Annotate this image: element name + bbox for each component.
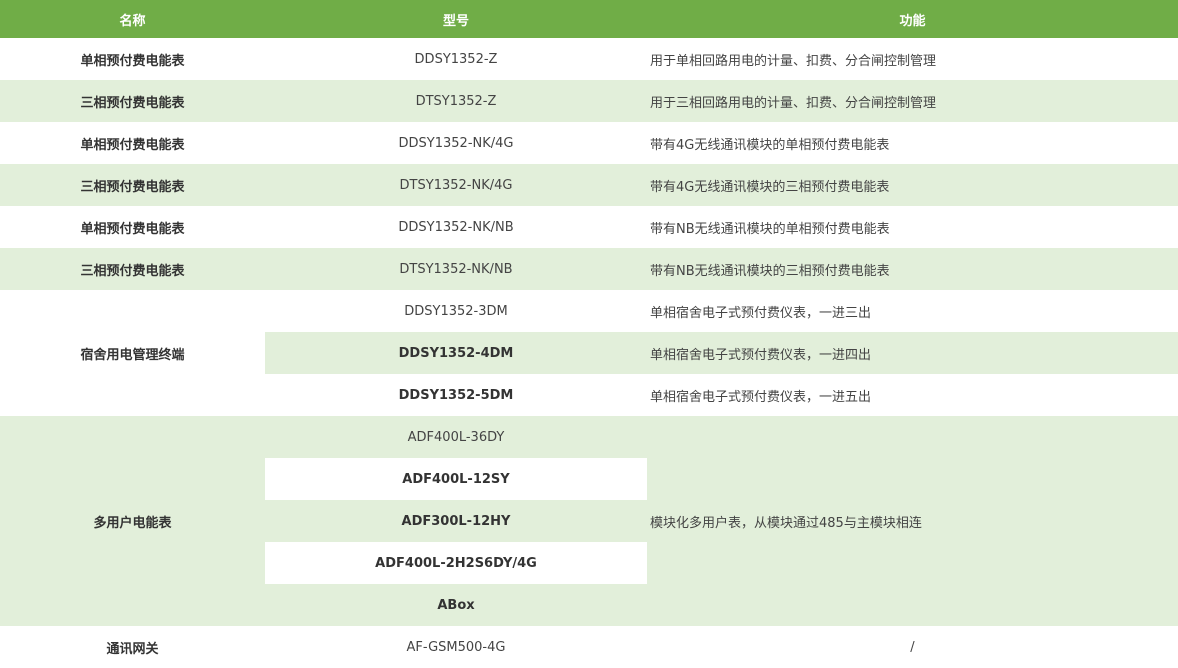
table-row: 单相预付费电能表 DDSY1352-NK/NB 带有NB无线通讯模块的单相预付费… bbox=[0, 206, 1178, 248]
table-row-dorm: 宿舍用电管理终端 DDSY1352-3DM 单相宿舍电子式预付费仪表，一进三出 bbox=[0, 290, 1178, 416]
product-function: 带有4G无线通讯模块的单相预付费电能表 bbox=[650, 137, 890, 153]
product-model: ADF400L-2H2S6DY/4G bbox=[265, 542, 647, 584]
product-function: 用于三相回路用电的计量、扣费、分合闸控制管理 bbox=[650, 95, 937, 111]
header-name: 名称 bbox=[0, 0, 265, 38]
product-model: DDSY1352-5DM bbox=[265, 374, 647, 416]
table-row: 单相预付费电能表 DDSY1352-NK/4G 带有4G无线通讯模块的单相预付费… bbox=[0, 122, 1178, 164]
table-row: 三相预付费电能表 DTSY1352-NK/4G 带有4G无线通讯模块的三相预付费… bbox=[0, 164, 1178, 206]
table-row-multi-user: 多用户电能表 ADF400L-36DY 模块化多用户表，从模块通过485与主模块… bbox=[0, 416, 1178, 626]
product-name: 单相预付费电能表 bbox=[80, 53, 185, 69]
product-model: AF-GSM500-4G bbox=[406, 639, 506, 655]
header-row: 名称 型号 功能 bbox=[0, 0, 1178, 38]
product-spec-table: 名称 型号 功能 单相预付费电能表 DDSY1352-Z 用于单相回路用电的计量… bbox=[0, 0, 1178, 668]
table-row: 三相预付费电能表 DTSY1352-NK/NB 带有NB无线通讯模块的三相预付费… bbox=[0, 248, 1178, 290]
gateway-product-name: 通讯网关 bbox=[106, 641, 159, 657]
product-name: 三相预付费电能表 bbox=[80, 95, 185, 111]
multi-user-product-name: 多用户电能表 bbox=[0, 416, 265, 626]
product-model: DTSY1352-NK/4G bbox=[399, 177, 513, 193]
product-function: 单相宿舍电子式预付费仪表，一进五出 bbox=[647, 374, 1178, 416]
product-model: DDSY1352-4DM bbox=[265, 332, 647, 374]
product-name: 单相预付费电能表 bbox=[80, 221, 185, 237]
header-model: 型号 bbox=[265, 0, 647, 38]
header-function: 功能 bbox=[647, 0, 1178, 38]
product-function: 带有NB无线通讯模块的三相预付费电能表 bbox=[650, 263, 890, 279]
product-name: 三相预付费电能表 bbox=[80, 263, 185, 279]
product-model: DTSY1352-NK/NB bbox=[399, 261, 513, 277]
product-model: ADF400L-12SY bbox=[265, 458, 647, 500]
table-row-gateway: 通讯网关 AF-GSM500-4G / bbox=[0, 626, 1178, 668]
table-row: 单相预付费电能表 DDSY1352-Z 用于单相回路用电的计量、扣费、分合闸控制… bbox=[0, 38, 1178, 80]
product-model: ADF300L-12HY bbox=[265, 500, 647, 542]
product-model: DDSY1352-3DM bbox=[265, 290, 647, 332]
table-row: 三相预付费电能表 DTSY1352-Z 用于三相回路用电的计量、扣费、分合闸控制… bbox=[0, 80, 1178, 122]
product-model: DDSY1352-NK/NB bbox=[398, 219, 514, 235]
dorm-product-name: 宿舍用电管理终端 bbox=[0, 290, 265, 416]
product-function: 带有4G无线通讯模块的三相预付费电能表 bbox=[650, 179, 890, 195]
product-model: ADF400L-36DY bbox=[265, 416, 647, 458]
product-function: 带有NB无线通讯模块的单相预付费电能表 bbox=[650, 221, 890, 237]
product-name: 单相预付费电能表 bbox=[80, 137, 185, 153]
multi-user-function: 模块化多用户表，从模块通过485与主模块相连 bbox=[647, 416, 1178, 626]
product-model: DDSY1352-Z bbox=[414, 51, 498, 67]
product-name: 三相预付费电能表 bbox=[80, 179, 185, 195]
product-model: DDSY1352-NK/4G bbox=[398, 135, 514, 151]
product-model: ABox bbox=[265, 584, 647, 626]
product-model: DTSY1352-Z bbox=[415, 93, 497, 109]
product-function: 用于单相回路用电的计量、扣费、分合闸控制管理 bbox=[650, 53, 937, 69]
product-function: / bbox=[910, 639, 915, 655]
product-function: 单相宿舍电子式预付费仪表，一进三出 bbox=[647, 290, 1178, 332]
product-function: 单相宿舍电子式预付费仪表，一进四出 bbox=[647, 332, 1178, 374]
